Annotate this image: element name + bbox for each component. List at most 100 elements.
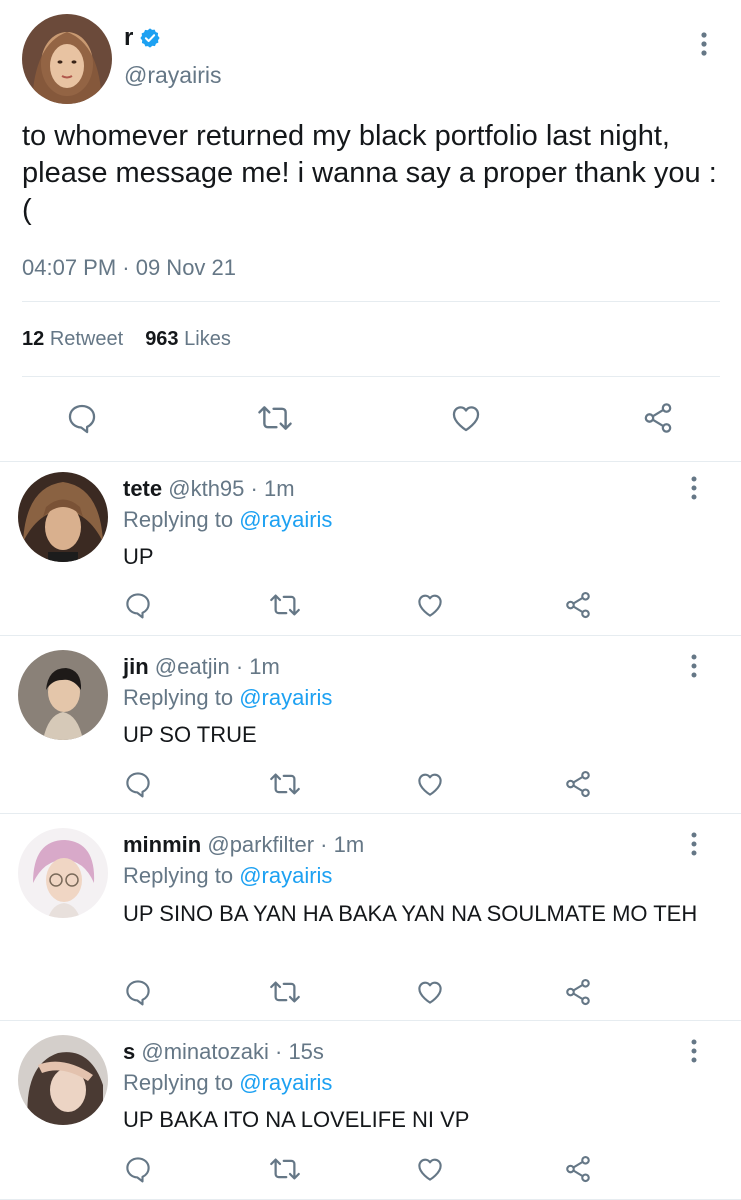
avatar[interactable] [18, 828, 108, 918]
reply-text: UP [123, 544, 154, 569]
retweet-icon [270, 594, 300, 616]
reply-author-name[interactable]: minmin [123, 832, 201, 857]
retweet-icon [270, 981, 300, 1003]
share-button[interactable] [561, 975, 595, 1009]
share-button[interactable] [561, 767, 595, 801]
more-icon[interactable] [694, 30, 714, 60]
reply-time[interactable]: 1m [264, 476, 295, 501]
more-icon[interactable] [684, 1038, 704, 1066]
more-icon[interactable] [684, 475, 704, 503]
share-button[interactable] [561, 588, 595, 622]
like-count: 963 [145, 328, 179, 350]
like-label: Likes [184, 328, 231, 350]
retweet-icon [270, 1158, 300, 1180]
retweet-count: 12 [22, 328, 45, 350]
replying-to: Replying to @rayairis [123, 1070, 332, 1096]
retweet-button[interactable] [268, 767, 302, 801]
tweet-timestamp[interactable]: 04:07 PM · 09 Nov 21 [22, 255, 236, 281]
retweet-label: Retweet [49, 328, 124, 350]
reply-actions [0, 588, 741, 622]
replying-to: Replying to @rayairis [123, 507, 332, 533]
tweet-stats: 12 Retweet 963 Likes [22, 328, 231, 351]
reply-actions [0, 975, 741, 1009]
replying-to: Replying to @rayairis [123, 685, 332, 711]
retweet-button[interactable] [268, 1152, 302, 1186]
reply-author-handle[interactable]: @kth95 [168, 476, 244, 501]
share-icon [566, 978, 590, 1006]
like-icon [418, 1158, 442, 1181]
divider [22, 376, 720, 377]
like-button[interactable] [446, 398, 486, 438]
replying-to-prefix: Replying to [123, 1070, 234, 1095]
retweet-button[interactable] [268, 975, 302, 1009]
reply-actions [0, 1152, 741, 1186]
reply-header: jin @eatjin · 1m [123, 654, 280, 679]
reply-tweet[interactable]: jin @eatjin · 1m Replying to @rayairis U… [0, 636, 741, 814]
reply-header: tete @kth95 · 1m [123, 476, 295, 501]
share-icon [644, 403, 672, 433]
reply-button[interactable] [121, 588, 155, 622]
retweet-stat[interactable]: 12 Retweet [22, 328, 123, 351]
retweet-button[interactable] [268, 588, 302, 622]
verified-icon [140, 28, 160, 48]
share-button[interactable] [561, 1152, 595, 1186]
avatar[interactable] [18, 472, 108, 562]
reply-icon [68, 404, 96, 434]
retweet-icon [270, 773, 300, 795]
reply-author-handle[interactable]: @parkfilter [207, 832, 314, 857]
reply-text: UP BAKA ITO NA LOVELIFE NI VP [123, 1107, 470, 1132]
share-button[interactable] [638, 398, 678, 438]
reply-text: UP SO TRUE [123, 722, 257, 747]
replying-to-prefix: Replying to [123, 685, 234, 710]
like-icon [418, 594, 442, 617]
reply-tweet[interactable]: tete @kth95 · 1m Replying to @rayairis U… [0, 462, 741, 636]
author-handle[interactable]: @rayairis [124, 62, 221, 89]
reply-time[interactable]: 1m [334, 832, 365, 857]
reply-button[interactable] [121, 1152, 155, 1186]
replying-to-prefix: Replying to [123, 863, 234, 888]
like-button[interactable] [413, 767, 447, 801]
reply-tweet[interactable]: minmin @parkfilter · 1m Replying to @ray… [0, 814, 741, 1021]
reply-button[interactable] [121, 767, 155, 801]
avatar[interactable] [18, 650, 108, 740]
reply-time[interactable]: 15s [288, 1039, 323, 1064]
reply-icon [126, 593, 150, 619]
more-icon[interactable] [684, 653, 704, 681]
main-tweet: r @rayairis to whomever returned my blac… [0, 0, 741, 462]
reply-tweet[interactable]: s @minatozaki · 15s Replying to @rayairi… [0, 1021, 741, 1200]
like-stat[interactable]: 963 Likes [145, 328, 231, 351]
like-icon [418, 773, 442, 796]
avatar[interactable] [22, 14, 112, 104]
replying-to: Replying to @rayairis [123, 863, 332, 889]
divider [22, 301, 720, 302]
tweet-actions [0, 398, 741, 442]
more-icon[interactable] [684, 831, 704, 859]
reply-text: UP SINO BA YAN HA BAKA YAN NA SOULMATE M… [123, 901, 698, 926]
reply-author-name[interactable]: tete [123, 476, 162, 501]
reply-time[interactable]: 1m [249, 654, 280, 679]
share-icon [566, 770, 590, 798]
retweet-icon [258, 406, 292, 430]
reply-button[interactable] [121, 975, 155, 1009]
reply-author-handle[interactable]: @minatozaki [141, 1039, 269, 1064]
reply-author-name[interactable]: jin [123, 654, 149, 679]
replying-to-link[interactable]: @rayairis [239, 863, 332, 888]
like-button[interactable] [413, 1152, 447, 1186]
reply-icon [126, 772, 150, 798]
author-row[interactable]: r [124, 24, 161, 52]
avatar[interactable] [18, 1035, 108, 1125]
replying-to-link[interactable]: @rayairis [239, 1070, 332, 1095]
reply-button[interactable] [62, 398, 102, 438]
share-icon [566, 591, 590, 619]
like-icon [452, 406, 480, 432]
like-button[interactable] [413, 975, 447, 1009]
reply-icon [126, 1157, 150, 1183]
reply-header: s @minatozaki · 15s [123, 1039, 324, 1064]
reply-author-name[interactable]: s [123, 1039, 135, 1064]
reply-author-handle[interactable]: @eatjin [155, 654, 230, 679]
like-button[interactable] [413, 588, 447, 622]
replying-to-link[interactable]: @rayairis [239, 685, 332, 710]
replying-to-link[interactable]: @rayairis [239, 507, 332, 532]
author-name[interactable]: r [124, 24, 133, 52]
retweet-button[interactable] [255, 398, 295, 438]
